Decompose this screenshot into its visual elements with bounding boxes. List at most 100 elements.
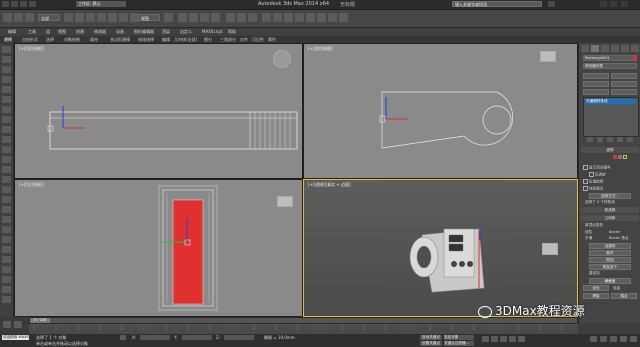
refine-button[interactable]: 优化 [583, 285, 609, 291]
workspace-dropdown[interactable]: 工作区: 默认 [76, 1, 126, 7]
modifier-button-5[interactable] [583, 89, 609, 95]
redo-icon[interactable] [14, 13, 23, 22]
move-icon[interactable] [108, 13, 117, 22]
link-icon[interactable] [25, 13, 34, 22]
viewport-top[interactable]: [+][顶][线框] [14, 43, 303, 179]
app-menu-icon[interactable] [2, 1, 9, 7]
set-key-button[interactable]: 设置关键点 [420, 341, 442, 346]
next-frame-icon[interactable] [509, 336, 516, 342]
tool-icon-10[interactable] [2, 136, 11, 143]
tool-icon-4[interactable] [2, 76, 11, 83]
mini-curve-editor-icon[interactable] [3, 321, 11, 328]
viewport-left[interactable]: [+][左][线框] [14, 179, 303, 317]
create-line-button[interactable]: 创建线 [589, 243, 631, 249]
modify-tab-icon[interactable] [591, 45, 599, 52]
checkbox-icon[interactable] [583, 186, 588, 191]
object-name-field[interactable]: Rectangle001 [583, 55, 637, 61]
percent-snap-icon[interactable] [200, 13, 209, 22]
tool-icon-19[interactable] [2, 226, 11, 233]
previous-frame-icon[interactable] [491, 336, 498, 342]
layer-manager-icon[interactable] [262, 13, 271, 22]
go-to-start-icon[interactable] [482, 336, 489, 342]
modifier-button-2[interactable] [611, 73, 637, 79]
display-tab-icon[interactable] [621, 45, 629, 52]
modifier-stack-item[interactable]: 可编辑样条线 [585, 99, 636, 104]
tool-icon-1[interactable] [2, 46, 11, 53]
tool-icon-12[interactable] [2, 156, 11, 163]
cross-section-button[interactable]: 横截面 [589, 278, 631, 284]
segment-icon[interactable] [618, 155, 622, 159]
menu-item-customize[interactable]: 自定义 [180, 29, 192, 35]
viewport-perspective[interactable]: [+][透视][真实 + 边面] [303, 179, 578, 317]
modifier-stack[interactable]: 可编辑样条线 [583, 97, 639, 137]
snap-icon[interactable] [178, 13, 187, 22]
render-icon[interactable] [339, 13, 348, 22]
tool-icon-17[interactable] [2, 206, 11, 213]
tool-icon-9[interactable] [2, 126, 11, 133]
rollout-selection-header[interactable]: 选择 [581, 147, 639, 153]
checkbox-icon[interactable] [583, 179, 588, 184]
smooth-radio[interactable]: 平滑 [585, 236, 592, 241]
schematic-view-icon[interactable] [295, 13, 304, 22]
pin-stack-icon[interactable] [587, 137, 593, 142]
checkbox-icon[interactable] [583, 165, 588, 170]
open-file-icon[interactable] [20, 1, 27, 7]
tool-icon-18[interactable] [2, 216, 11, 223]
save-file-icon[interactable] [29, 1, 36, 7]
tool-icon-23[interactable] [2, 266, 11, 273]
bezier-corner-radio[interactable]: Bezier 角点 [609, 236, 629, 241]
modifier-list-dropdown[interactable]: 修改器列表 [583, 63, 637, 69]
menu-item-tools[interactable]: 工具 [28, 29, 36, 35]
new-file-icon[interactable] [11, 1, 18, 7]
search-input[interactable]: 键入关键字或短语 [452, 1, 542, 7]
align-icon[interactable] [248, 13, 257, 22]
curve-editor-icon[interactable] [284, 13, 293, 22]
connect-checkbox[interactable]: 连接 [613, 286, 620, 291]
maximize-icon[interactable] [610, 1, 617, 7]
modifier-button-4[interactable] [611, 81, 637, 87]
show-vertex-numbers-row[interactable]: 显示顶点编号 [583, 165, 611, 171]
menu-item-animation[interactable]: 动画 [116, 29, 124, 35]
render-frame-icon[interactable] [328, 13, 337, 22]
y-coord-field[interactable] [182, 335, 212, 340]
select-by-name-icon[interactable] [75, 13, 84, 22]
spline-icon[interactable] [623, 155, 627, 159]
selection-filter-dropdown[interactable]: 全部 [38, 14, 60, 21]
rect-selection-icon[interactable] [86, 13, 95, 22]
ref-coord-dropdown[interactable]: 视图 [138, 14, 160, 21]
weld-button[interactable]: 焊接 [583, 293, 609, 299]
tool-icon-11[interactable] [2, 146, 11, 153]
segment-end-row[interactable]: 线段端点 [583, 186, 603, 192]
only-selected-row[interactable]: 仅选定 [589, 172, 606, 178]
tool-icon-7[interactable] [2, 106, 11, 113]
show-end-result-icon[interactable] [597, 137, 603, 142]
linear-radio[interactable]: 线性 [585, 230, 592, 235]
tool-icon-8[interactable] [2, 116, 11, 123]
rollout-geometry-header[interactable]: 几何体 [581, 215, 639, 221]
orbit-icon[interactable] [620, 336, 627, 342]
reorient-checkbox[interactable]: 重定向 [589, 271, 600, 276]
rollout-soft-selection-header[interactable]: 软选择 [581, 207, 639, 213]
select-object-icon[interactable] [64, 13, 73, 22]
tool-icon-5[interactable] [2, 86, 11, 93]
tool-icon-20[interactable] [2, 236, 11, 243]
fuse-button[interactable]: 熔合 [611, 293, 637, 299]
lock-selection-icon[interactable] [120, 335, 126, 340]
tool-icon-26[interactable] [2, 296, 11, 303]
named-selection-icon[interactable] [226, 13, 235, 22]
menu-item-help[interactable]: 帮助 [228, 29, 236, 35]
object-color-swatch[interactable] [633, 56, 637, 60]
key-filters-button[interactable]: 关键点过滤器... [444, 341, 474, 346]
pivot-icon[interactable] [164, 13, 173, 22]
graphite-toggle-icon[interactable] [273, 13, 282, 22]
help-icon[interactable] [548, 1, 555, 7]
tool-icon-21[interactable] [2, 246, 11, 253]
menu-item-edit[interactable]: 编辑 [8, 29, 16, 35]
auto-key-button[interactable]: 自动关键点 [420, 335, 442, 340]
menu-item-create[interactable]: 创建 [76, 29, 84, 35]
menu-item-rendering[interactable]: 渲染 [162, 29, 170, 35]
create-tab-icon[interactable] [581, 45, 589, 52]
make-unique-icon[interactable] [607, 137, 613, 142]
checkbox-icon[interactable] [589, 172, 594, 177]
window-crossing-icon[interactable] [97, 13, 106, 22]
